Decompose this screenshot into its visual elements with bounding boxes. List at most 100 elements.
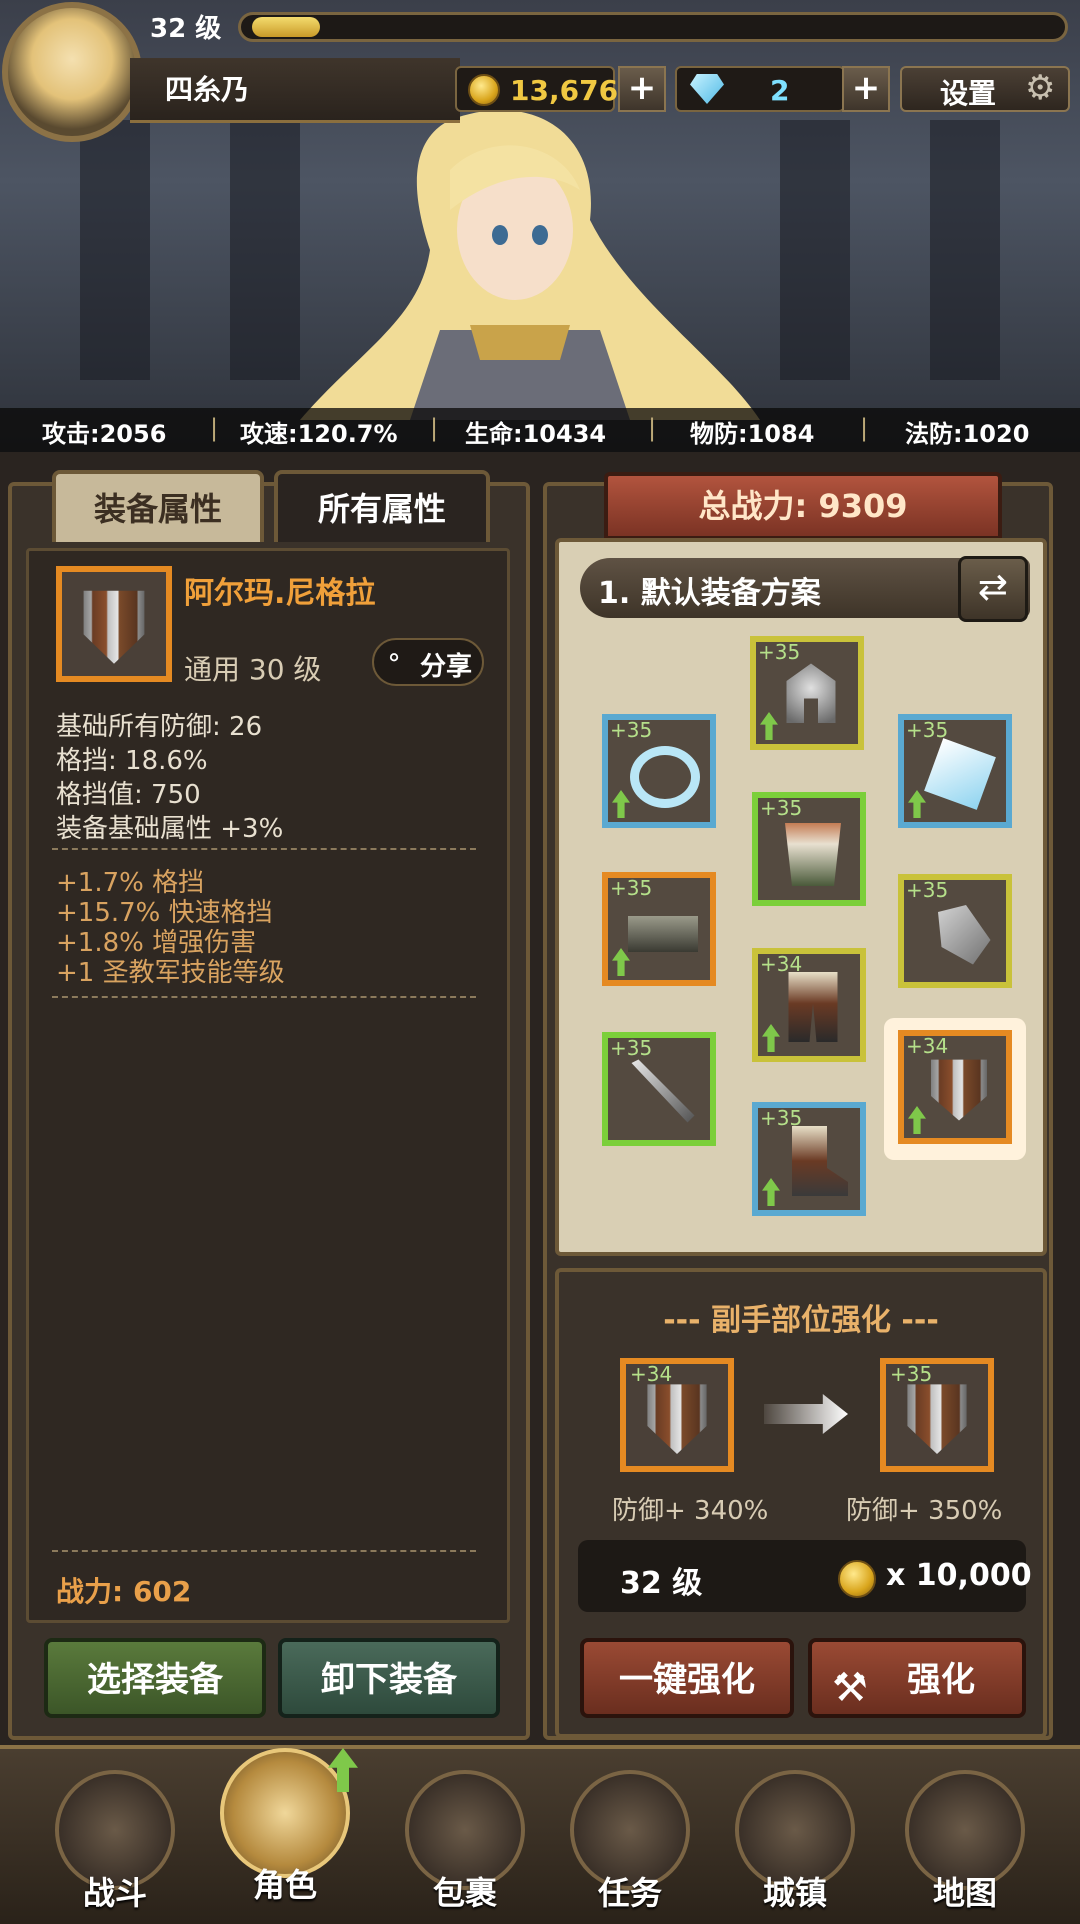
slot-belt[interactable]: +35 — [602, 872, 716, 986]
armor-icon — [785, 823, 841, 886]
slot-legs[interactable]: +34 — [752, 948, 866, 1062]
loadout-title: 1. 默认装备方案 — [598, 576, 821, 611]
share-icon: ⚬ — [384, 644, 405, 672]
nav-label: 包裹 — [432, 1874, 497, 1912]
nav-quests[interactable]: 任务 — [555, 1770, 705, 1920]
belt-icon — [628, 916, 698, 952]
stat-hp: 生命:10434 — [465, 420, 607, 448]
base-stat: 格挡值: 750 — [56, 780, 201, 810]
slot-level: +35 — [610, 876, 653, 900]
add-gems-button[interactable]: + — [842, 66, 890, 112]
gem-amount: 2 — [770, 74, 790, 107]
background-pillar — [80, 120, 150, 380]
slot-offhand[interactable]: +34 — [898, 1030, 1012, 1144]
upgrade-title: --- 副手部位强化 --- — [663, 1303, 939, 1338]
amulet-icon — [924, 738, 996, 810]
nav-bag[interactable]: 包裹 — [390, 1770, 540, 1920]
gold-coin-icon — [468, 74, 500, 106]
total-power: 总战力: 9309 — [604, 472, 1002, 540]
slot-armor[interactable]: +35 — [752, 792, 866, 906]
upgrade-arrow-icon — [762, 1024, 780, 1052]
upgrade-arrow-icon — [908, 790, 926, 818]
slot-level: +34 — [906, 1034, 949, 1058]
helmet-icon — [786, 663, 836, 723]
gold-amount: 13,676 — [510, 74, 619, 107]
background-pillar — [930, 120, 1000, 380]
dagger-icon — [631, 1059, 695, 1123]
selected-item-icon — [56, 566, 172, 682]
shield-icon — [83, 590, 145, 664]
nav-character[interactable]: 角色 — [210, 1748, 360, 1904]
gear-icon: ⚙ — [1025, 68, 1056, 108]
stat-attack-speed: 攻速:120.7% — [240, 420, 398, 448]
nav-map[interactable]: 地图 — [890, 1770, 1040, 1920]
swap-loadout-icon[interactable]: ⇄ — [958, 556, 1028, 622]
bonus-stat: +1 圣教军技能等级 — [56, 958, 285, 988]
nav-battle[interactable]: 战斗 — [40, 1770, 190, 1920]
stat-phys-def: 物防:1084 — [690, 420, 815, 448]
nav-label: 角色 — [252, 1866, 317, 1904]
divider — [52, 996, 476, 998]
hero-character-art — [300, 110, 760, 420]
leg-armor-icon — [788, 972, 838, 1042]
divider — [52, 1550, 476, 1552]
upgrade-arrow-icon — [908, 1106, 926, 1134]
player-level: 32 级 — [150, 14, 222, 44]
hammer-icon: ⚒ — [832, 1665, 868, 1711]
slot-boots[interactable]: +35 — [752, 1102, 866, 1216]
upgrade-cost: x 10,000 — [886, 1558, 1032, 1593]
slot-gloves[interactable]: +35 — [898, 874, 1012, 988]
item-power: 战力: 602 — [56, 1575, 192, 1608]
stat-separator: | — [648, 414, 657, 442]
slot-amulet[interactable]: +35 — [898, 714, 1012, 828]
auto-enhance-button[interactable]: 一键强化 — [580, 1638, 794, 1718]
upgrade-arrow-icon — [612, 790, 630, 818]
select-equipment-button[interactable]: 选择装备 — [44, 1638, 266, 1718]
stat-attack: 攻击:2056 — [42, 420, 167, 448]
required-level: 32 级 — [620, 1566, 703, 1601]
nav-label: 地图 — [932, 1874, 997, 1912]
player-avatar[interactable] — [2, 2, 142, 142]
nav-label: 战斗 — [82, 1874, 147, 1912]
boots-icon — [792, 1126, 848, 1196]
from-stat: 防御+ 340% — [612, 1496, 769, 1526]
add-gold-button[interactable]: + — [618, 66, 666, 112]
base-stat: 基础所有防御: 26 — [56, 712, 263, 742]
xp-bar-fill — [252, 17, 320, 37]
player-name: 四糸乃 — [165, 73, 250, 106]
settings-label: 设置 — [940, 77, 997, 110]
item-type-level: 通用 30 级 — [184, 653, 322, 686]
share-label: 分享 — [420, 652, 473, 682]
upgrade-arrow-icon — [760, 712, 778, 740]
to-stat: 防御+ 350% — [846, 1496, 1003, 1526]
slot-ring[interactable]: +35 — [602, 714, 716, 828]
slot-level: +35 — [610, 718, 653, 742]
shield-icon — [907, 1384, 967, 1454]
stat-separator: | — [860, 414, 869, 442]
to-level: +35 — [890, 1362, 933, 1386]
gold-coin-icon — [838, 1560, 876, 1598]
slot-level: +35 — [760, 796, 803, 820]
tab-all-attributes[interactable]: 所有属性 — [274, 470, 490, 542]
nav-label: 城镇 — [762, 1874, 827, 1912]
stat-magic-def: 法防:1020 — [905, 420, 1030, 448]
tab-equipment-attributes[interactable]: 装备属性 — [52, 470, 264, 542]
gauntlet-icon — [938, 905, 991, 965]
enhance-button[interactable]: ⚒ 强化 — [808, 1638, 1026, 1718]
ring-icon — [630, 746, 700, 808]
base-stat: 装备基础属性 +3% — [56, 814, 284, 844]
shield-icon — [647, 1384, 707, 1454]
slot-weapon[interactable]: +35 — [602, 1032, 716, 1146]
divider — [52, 848, 476, 850]
stat-separator: | — [210, 414, 219, 442]
upgrade-from-item: +34 — [620, 1358, 734, 1472]
slot-level: +35 — [610, 1036, 653, 1060]
slot-level: +35 — [906, 878, 949, 902]
unequip-button[interactable]: 卸下装备 — [278, 1638, 500, 1718]
background-pillar — [780, 120, 850, 380]
nav-label: 任务 — [597, 1874, 662, 1912]
upgrade-to-item: +35 — [880, 1358, 994, 1472]
nav-town[interactable]: 城镇 — [720, 1770, 870, 1920]
shield-icon — [931, 1059, 987, 1121]
slot-helmet[interactable]: +35 — [750, 636, 864, 750]
